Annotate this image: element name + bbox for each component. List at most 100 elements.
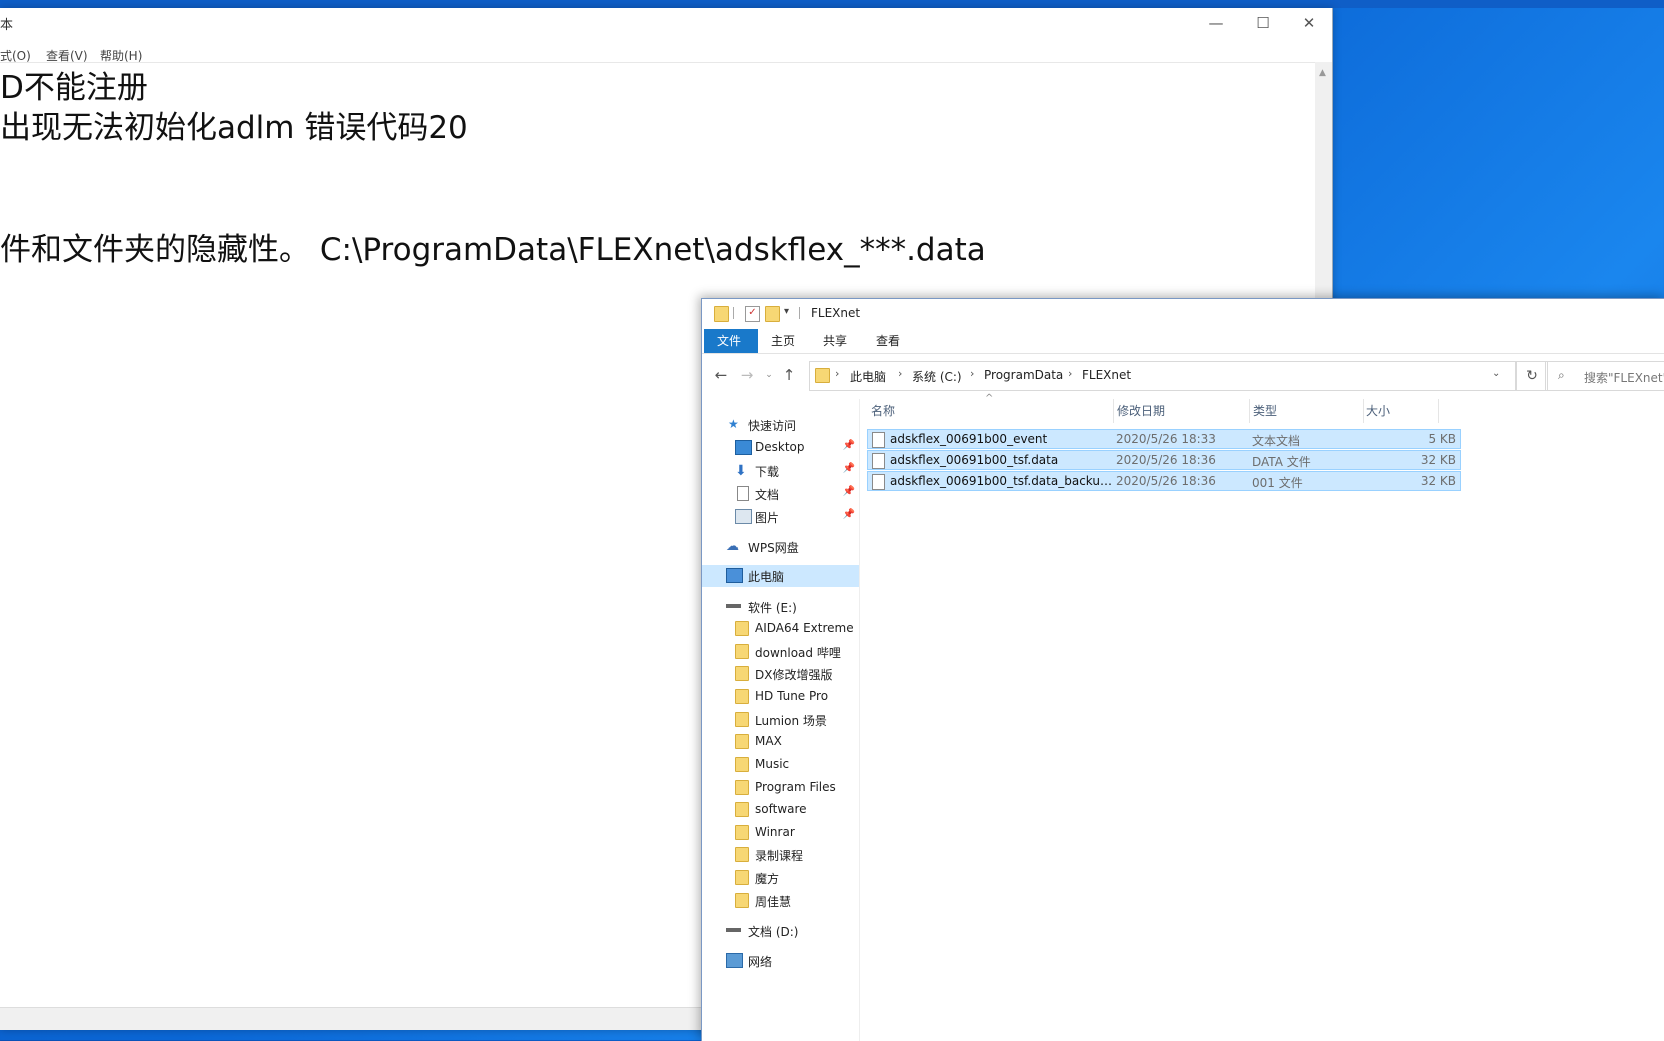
divider — [799, 307, 800, 319]
nav-folder[interactable]: 录制课程 — [702, 844, 859, 866]
pin-icon[interactable]: 📌 — [843, 440, 855, 451]
notepad-titlebar[interactable]: 本 — ☐ ✕ — [0, 8, 1332, 38]
folder-icon — [735, 689, 749, 704]
address-bar[interactable]: › 此电脑 › 系统 (C:) › ProgramData › FLEXnet … — [809, 361, 1516, 391]
back-arrow-icon[interactable]: ← — [712, 365, 730, 385]
breadcrumb-drive-c[interactable]: 系统 (C:) — [912, 368, 962, 385]
chevron-right-icon[interactable]: › — [835, 367, 839, 380]
tab-file[interactable]: 文件 — [704, 329, 758, 353]
breadcrumb-flexnet[interactable]: FLEXnet — [1082, 368, 1131, 382]
breadcrumb-programdata[interactable]: ProgramData — [984, 368, 1063, 382]
file-row[interactable]: adskflex_00691b00_tsf.data_backup.0... 2… — [867, 471, 1461, 491]
close-button[interactable]: ✕ — [1286, 8, 1332, 38]
nav-label: 文档 (D:) — [748, 925, 799, 939]
nav-drive-d[interactable]: 文档 (D:) — [702, 920, 859, 942]
chevron-right-icon[interactable]: › — [970, 367, 974, 380]
nav-label: 文档 — [755, 488, 780, 502]
nav-desktop[interactable]: Desktop 📌 — [702, 437, 859, 459]
file-row[interactable]: adskflex_00691b00_event 2020/5/26 18:33 … — [867, 429, 1461, 449]
nav-folder[interactable]: HD Tune Pro — [702, 686, 859, 708]
address-dropdown-icon[interactable]: ⌄ — [1492, 368, 1500, 379]
maximize-button[interactable]: ☐ — [1240, 8, 1286, 38]
nav-label: 下载 — [755, 465, 780, 479]
nav-label: Desktop — [755, 440, 805, 454]
nav-label: download 哔哩 — [755, 646, 841, 660]
column-date[interactable]: 修改日期 — [1117, 399, 1250, 423]
file-type: DATA 文件 — [1252, 455, 1311, 469]
forward-arrow-icon[interactable]: → — [738, 365, 756, 385]
nav-label: MAX — [755, 734, 782, 748]
folder-icon — [735, 893, 749, 908]
recent-dropdown-icon[interactable]: ⌄ — [760, 365, 778, 385]
nav-quick-access[interactable]: ★ 快速访问 — [702, 414, 859, 436]
chevron-right-icon[interactable]: › — [1068, 367, 1072, 380]
column-size[interactable]: 大小 — [1366, 399, 1439, 423]
explorer-titlebar[interactable]: ✓ ▾ FLEXnet — [702, 299, 1664, 327]
nav-folder[interactable]: MAX — [702, 731, 859, 753]
search-placeholder: 搜索"FLEXnet" — [1584, 371, 1664, 385]
nav-folder[interactable]: 周佳慧 — [702, 890, 859, 912]
nav-label: AIDA64 Extreme — [755, 621, 854, 635]
scroll-up-icon[interactable]: ▲ — [1319, 68, 1326, 78]
nav-documents[interactable]: 文档 📌 — [702, 483, 859, 505]
menu-help[interactable]: 帮助(H) — [100, 47, 142, 64]
tab-home[interactable]: 主页 — [758, 329, 808, 353]
file-size: 5 KB — [1428, 432, 1456, 446]
file-row[interactable]: adskflex_00691b00_tsf.data 2020/5/26 18:… — [867, 450, 1461, 470]
search-input[interactable]: ⌕ 搜索"FLEXnet" — [1545, 361, 1664, 391]
menu-format[interactable]: 式(O) — [0, 47, 31, 64]
nav-folder[interactable]: AIDA64 Extreme — [702, 618, 859, 640]
minimize-button[interactable]: — — [1193, 8, 1239, 38]
customize-dropdown-icon[interactable]: ▾ — [784, 306, 797, 320]
nav-folder[interactable]: Winrar — [702, 822, 859, 844]
nav-pictures[interactable]: 图片 📌 — [702, 506, 859, 528]
up-arrow-icon[interactable]: ↑ — [780, 365, 798, 385]
nav-folder[interactable]: DX修改增强版 — [702, 663, 859, 685]
nav-folder[interactable]: Music — [702, 754, 859, 776]
refresh-icon[interactable]: ↻ — [1516, 361, 1548, 391]
nav-folder[interactable]: download 哔哩 — [702, 641, 859, 663]
nav-label: Lumion 场景 — [755, 714, 827, 728]
properties-check-icon[interactable]: ✓ — [745, 306, 760, 322]
nav-network[interactable]: 网络 — [702, 950, 859, 972]
nav-drive-e[interactable]: 软件 (E:) — [702, 596, 859, 618]
folder-icon — [735, 666, 749, 681]
folder-icon — [735, 802, 749, 817]
pin-icon[interactable]: 📌 — [843, 463, 855, 474]
pin-icon[interactable]: 📌 — [843, 509, 855, 520]
nav-folder[interactable]: 魔方 — [702, 867, 859, 889]
notepad-title: 本 — [0, 18, 14, 33]
nav-this-pc[interactable]: 此电脑 — [702, 565, 859, 587]
desktop-strip — [0, 0, 1664, 8]
nav-label: Music — [755, 757, 790, 771]
drive-icon — [726, 928, 741, 932]
divider — [733, 307, 734, 319]
document-icon — [737, 486, 749, 501]
star-icon: ★ — [728, 417, 739, 431]
breadcrumb-this-pc[interactable]: 此电脑 — [850, 368, 886, 385]
nav-label: DX修改增强版 — [755, 668, 833, 682]
drive-icon — [726, 604, 741, 608]
file-date: 2020/5/26 18:36 — [1116, 453, 1216, 467]
nav-folder[interactable]: software — [702, 799, 859, 821]
column-type[interactable]: 类型 — [1253, 399, 1364, 423]
nav-wps-cloud[interactable]: ☁ WPS网盘 — [702, 536, 859, 558]
nav-label: 图片 — [755, 511, 780, 525]
menu-view[interactable]: 查看(V) — [46, 47, 88, 64]
nav-label: 录制课程 — [755, 849, 804, 863]
folder-icon — [735, 712, 749, 727]
new-folder-icon[interactable] — [765, 306, 780, 322]
folder-icon — [735, 644, 749, 659]
column-name[interactable]: 名称 — [871, 399, 1114, 423]
tab-share[interactable]: 共享 — [810, 329, 860, 353]
chevron-right-icon[interactable]: › — [898, 367, 902, 380]
nav-folder[interactable]: Lumion 场景 — [702, 709, 859, 731]
tab-view[interactable]: 查看 — [863, 329, 913, 353]
folder-icon — [714, 306, 729, 322]
explorer-window: ✓ ▾ FLEXnet 文件 主页 共享 查看 ← → ⌄ ↑ › 此电脑 › … — [701, 298, 1664, 1041]
pin-icon[interactable]: 📌 — [843, 486, 855, 497]
nav-label: 网络 — [748, 955, 773, 969]
nav-folder[interactable]: Program Files — [702, 777, 859, 799]
nav-downloads[interactable]: ⬇ 下载 📌 — [702, 460, 859, 482]
folder-icon — [735, 847, 749, 862]
